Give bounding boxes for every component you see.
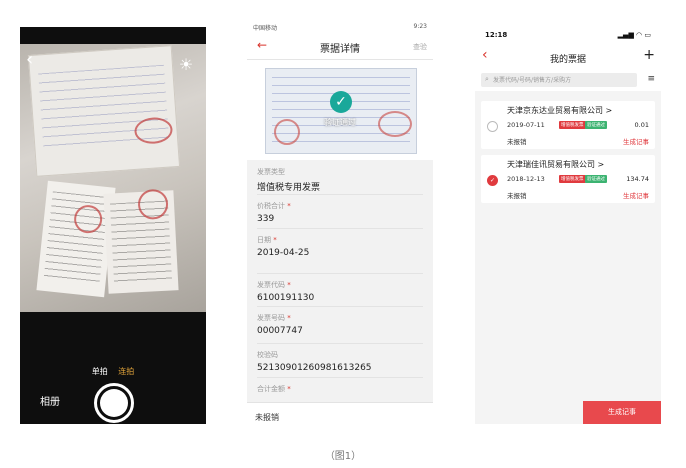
field-label: 合计金额	[257, 385, 285, 393]
search-input[interactable]	[493, 74, 633, 86]
verified-label: 验证通过	[324, 118, 356, 127]
signal-wifi-battery-icon: ▂▄▆ ◠ ▭	[617, 31, 651, 39]
nav-bar: ← 票据详情 查验	[247, 33, 433, 60]
required-mark: *	[271, 236, 277, 244]
bottom-bar: 未报销	[247, 402, 433, 430]
field-value: 339	[257, 214, 275, 224]
divider	[257, 377, 423, 378]
field-invoice-code[interactable]: 发票代码 * 6100191130	[257, 280, 423, 303]
company-name[interactable]: 天津瑞佳讯贸易有限公司 >	[507, 159, 604, 170]
required-mark: *	[285, 202, 291, 210]
required-mark: *	[285, 314, 291, 322]
album-button[interactable]: 相册	[40, 393, 60, 408]
clock: 9:23	[413, 23, 427, 30]
status-bar: 12:18 ▂▄▆ ◠ ▭	[475, 27, 661, 43]
add-icon[interactable]: +	[643, 47, 655, 63]
required-mark: *	[285, 385, 291, 393]
invoice-card[interactable]: 天津京东达业贸易有限公司 > 2019-07-11 增值税发票 验证通过 0.0…	[481, 101, 655, 149]
divider	[257, 194, 423, 195]
invoice-type-badge: 增值税发票	[559, 175, 586, 183]
field-label: 价税合计	[257, 202, 285, 210]
divider	[257, 273, 423, 274]
invoice-detail-screen: 中国移动 9:23 ← 票据详情 查验 ✓ 验证通过 发票类型 增值税专用发票 …	[247, 21, 433, 430]
camera-screen: ‹ ☀ 单拍 连拍 相册	[20, 27, 206, 424]
divider	[257, 306, 423, 307]
reimbursement-status: 未报销	[507, 138, 527, 146]
field-value: 6100191130	[257, 293, 315, 303]
invoice-date: 2019-07-11	[507, 121, 545, 129]
invoice-list-screen: 12:18 ▂▄▆ ◠ ▭ ‹ 我的票据 + ⌕ ≡ 天津京东达业贸易有限公司 …	[475, 27, 661, 424]
field-check-code[interactable]: 校验码 52130901260981613265	[257, 350, 423, 373]
field-value: 00007747	[257, 326, 303, 336]
invoice-photo	[27, 45, 181, 177]
invoice-amount: 134.74	[626, 175, 649, 183]
field-invoice-number[interactable]: 发票号码 * 00007747	[257, 313, 423, 336]
page-title: 票据详情	[320, 44, 360, 55]
search-row: ⌕ ≡	[475, 69, 661, 91]
invoice-type-badge: 增值税发票	[559, 121, 586, 129]
figure-caption: （图1）	[324, 451, 362, 462]
generate-note-link[interactable]: 生成记事	[623, 136, 649, 146]
field-label: 校验码	[257, 351, 278, 359]
invoice-card[interactable]: 天津瑞佳讯贸易有限公司 > ✓ 2018-12-13 增值税发票 验证通过 13…	[481, 155, 655, 203]
verified-badge: 验证通过	[585, 175, 607, 183]
shutter-button[interactable]	[94, 383, 134, 423]
verify-button[interactable]: 查验	[413, 42, 427, 52]
field-label: 发票类型	[257, 168, 285, 176]
select-radio-checked[interactable]: ✓	[487, 175, 498, 186]
generate-note-link[interactable]: 生成记事	[623, 190, 649, 200]
receipt-photo	[103, 188, 179, 294]
company-name[interactable]: 天津京东达业贸易有限公司 >	[507, 105, 612, 116]
field-label: 日期	[257, 236, 271, 244]
mode-single-shot[interactable]: 单拍	[92, 367, 108, 376]
check-circle-icon: ✓	[330, 91, 352, 113]
reimbursement-status: 未报销	[507, 192, 527, 200]
divider	[257, 228, 423, 229]
field-subtotal[interactable]: 合计金额 *	[257, 384, 423, 394]
clock: 12:18	[485, 31, 508, 39]
field-date[interactable]: 日期 * 2019-04-25	[257, 235, 423, 258]
verified-badge: 验证通过	[585, 121, 607, 129]
back-icon[interactable]: ‹	[26, 51, 44, 69]
filter-icon[interactable]: ≡	[647, 74, 655, 84]
carrier-label: 中国移动	[253, 25, 278, 32]
reimbursement-status: 未报销	[255, 413, 279, 422]
invoice-amount: 0.01	[634, 121, 649, 129]
invoice-image-panel[interactable]: ✓ 验证通过	[247, 60, 433, 160]
camera-viewfinder	[20, 44, 206, 312]
divider	[257, 343, 423, 344]
mode-burst-shot[interactable]: 连拍	[118, 367, 134, 376]
field-label: 发票代码	[257, 281, 285, 289]
nav-bar: ‹ 我的票据 +	[475, 43, 661, 69]
status-bar: 中国移动 9:23	[247, 21, 433, 33]
page-title: 我的票据	[549, 55, 586, 65]
generate-note-button[interactable]: 生成记事	[583, 401, 661, 424]
field-value: 52130901260981613265	[257, 363, 372, 373]
field-value: 增值税专用发票	[257, 183, 321, 193]
invoice-date: 2018-12-13	[507, 175, 545, 183]
flash-icon[interactable]: ☀	[176, 55, 196, 75]
field-total-amount[interactable]: 价税合计 * 339	[257, 201, 423, 224]
search-box[interactable]: ⌕	[481, 73, 637, 87]
field-value: 2019-04-25	[257, 248, 310, 258]
search-icon: ⌕	[485, 75, 489, 83]
field-label: 发票号码	[257, 314, 285, 322]
capture-mode-switch: 单拍 连拍	[20, 366, 206, 377]
field-invoice-type[interactable]: 发票类型 增值税专用发票	[257, 167, 423, 193]
required-mark: *	[285, 281, 291, 289]
select-radio[interactable]	[487, 121, 498, 132]
